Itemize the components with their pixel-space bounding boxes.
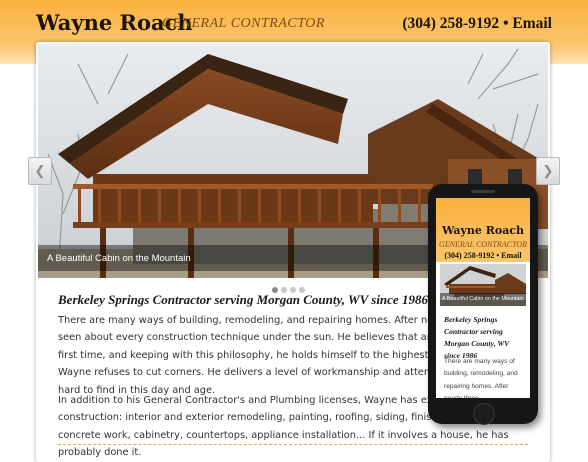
section-divider	[58, 444, 528, 445]
slider-caption: A Beautiful Cabin on the Mountain	[47, 253, 191, 264]
mobile-tagline: GENERAL CONTRACTOR	[439, 240, 527, 249]
email-link[interactable]: Email	[512, 15, 552, 32]
mobile-headline: Berkeley Springs Contractor serving Morg…	[444, 315, 510, 360]
chevron-left-icon: ❮	[34, 163, 46, 178]
site-tagline: GENERAL CONTRACTOR	[162, 16, 325, 31]
mobile-logo-name: Wayne Roach	[441, 224, 525, 237]
slider-next-button[interactable]: ❯	[536, 157, 560, 185]
header-contact: (304) 258-9192 • Email	[402, 15, 552, 33]
contact-separator: •	[503, 15, 509, 32]
mobile-slider-caption: A Beautiful Cabin on the Mountain	[440, 293, 526, 306]
slider-prev-button[interactable]: ❮	[28, 157, 52, 185]
phone-link[interactable]: (304) 258-9192	[402, 15, 499, 32]
mobile-contact: (304) 258-9192 • Email	[444, 251, 522, 260]
page-headline: Berkeley Springs Contractor serving Morg…	[58, 292, 428, 307]
mobile-paragraph: There are many ways of building, remodel…	[444, 358, 518, 398]
phone-speaker	[471, 190, 495, 193]
chevron-right-icon: ❯	[542, 163, 554, 178]
phone-screen: Wayne Roach GENERAL CONTRACTOR (304) 258…	[436, 198, 530, 398]
phone-home-button	[473, 403, 495, 425]
